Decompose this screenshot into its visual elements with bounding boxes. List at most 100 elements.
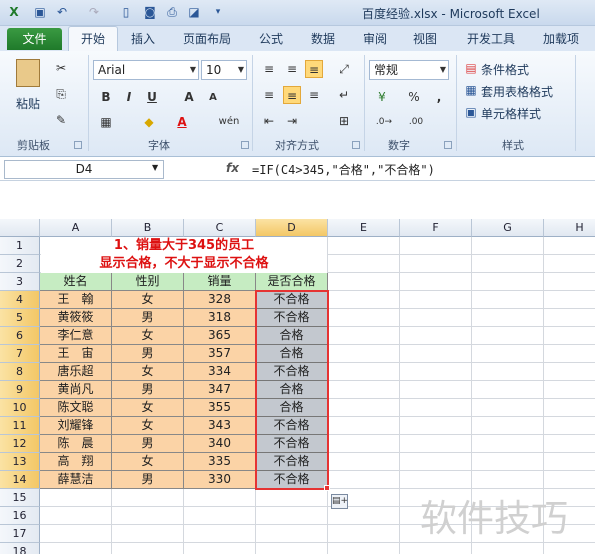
grid-cell[interactable]: [544, 327, 595, 345]
row-header[interactable]: 13: [0, 453, 40, 471]
font-grow-button[interactable]: A: [180, 88, 198, 106]
grid-cell[interactable]: [472, 435, 544, 453]
grid-cell[interactable]: [544, 543, 595, 554]
grid-cell[interactable]: [400, 291, 472, 309]
column-header[interactable]: B: [112, 219, 184, 237]
data-cell[interactable]: 男: [112, 435, 184, 453]
tab-home[interactable]: 开始: [68, 26, 118, 51]
grid-cell[interactable]: [40, 489, 112, 507]
row-header[interactable]: 4: [0, 291, 40, 309]
camera-icon[interactable]: ◙: [142, 4, 158, 20]
row-header[interactable]: 10: [0, 399, 40, 417]
data-cell[interactable]: 黄筱筱: [40, 309, 112, 327]
align-left-icon[interactable]: ≡: [260, 86, 278, 104]
grid-cell[interactable]: [472, 381, 544, 399]
data-cell[interactable]: 唐乐超: [40, 363, 112, 381]
decrease-indent-icon[interactable]: ⇤: [260, 112, 278, 130]
grid-cell[interactable]: [40, 507, 112, 525]
align-top-icon[interactable]: ≡: [260, 60, 278, 78]
data-cell[interactable]: 男: [112, 309, 184, 327]
data-cell[interactable]: 陈 晨: [40, 435, 112, 453]
fx-icon[interactable]: fx: [226, 161, 239, 175]
data-cell[interactable]: 陈文聪: [40, 399, 112, 417]
phonetic-button[interactable]: wén: [214, 113, 244, 131]
grid-cell[interactable]: [112, 543, 184, 554]
column-header[interactable]: F: [400, 219, 472, 237]
merge-center-icon[interactable]: ⊞: [335, 112, 353, 130]
column-header-selected[interactable]: D: [256, 219, 328, 237]
increase-indent-icon[interactable]: ⇥: [283, 112, 301, 130]
tab-view[interactable]: 视图: [413, 30, 437, 47]
grid-cell[interactable]: [328, 327, 400, 345]
grid-cell[interactable]: [400, 327, 472, 345]
grid-cell[interactable]: [256, 525, 328, 543]
data-cell[interactable]: 340: [184, 435, 256, 453]
grid-cell[interactable]: [112, 489, 184, 507]
data-cell[interactable]: 黄尚凡: [40, 381, 112, 399]
grid-cell[interactable]: [472, 327, 544, 345]
align-center-icon[interactable]: ≡: [283, 86, 301, 104]
data-cell[interactable]: 女: [112, 291, 184, 309]
grid-cell[interactable]: [328, 525, 400, 543]
data-cell[interactable]: 男: [112, 345, 184, 363]
grid-cell[interactable]: [400, 345, 472, 363]
grid-cell[interactable]: [472, 417, 544, 435]
data-cell[interactable]: 365: [184, 327, 256, 345]
number-format-combo[interactable]: 常规 ▼: [369, 60, 449, 80]
data-cell[interactable]: 女: [112, 417, 184, 435]
data-cell[interactable]: 男: [112, 471, 184, 489]
font-shrink-button[interactable]: A: [204, 89, 222, 107]
grid-cell[interactable]: [472, 291, 544, 309]
grid-cell[interactable]: [256, 507, 328, 525]
grid-cell[interactable]: [544, 273, 595, 291]
column-header[interactable]: C: [184, 219, 256, 237]
grid-cell[interactable]: [40, 543, 112, 554]
grid-cell[interactable]: [544, 309, 595, 327]
grid-cell[interactable]: [328, 363, 400, 381]
grid-cell[interactable]: [472, 255, 544, 273]
grid-cell[interactable]: [472, 453, 544, 471]
data-cell[interactable]: 330: [184, 471, 256, 489]
data-cell[interactable]: 高 翔: [40, 453, 112, 471]
conditional-formatting-button[interactable]: 条件格式: [481, 61, 529, 78]
wrap-text-icon[interactable]: ↵: [335, 86, 353, 104]
grid-cell[interactable]: [400, 399, 472, 417]
row-header[interactable]: 7: [0, 345, 40, 363]
grid-cell[interactable]: [328, 507, 400, 525]
data-cell[interactable]: 335: [184, 453, 256, 471]
grid-cell[interactable]: [256, 489, 328, 507]
grid-cell[interactable]: [544, 255, 595, 273]
row-header[interactable]: 12: [0, 435, 40, 453]
row-header[interactable]: 9: [0, 381, 40, 399]
data-cell[interactable]: 318: [184, 309, 256, 327]
grid-cell[interactable]: [328, 237, 400, 255]
print-icon[interactable]: ⎙: [164, 4, 180, 20]
table-header-cell[interactable]: 是否合格: [256, 273, 328, 291]
grid-cell[interactable]: [472, 345, 544, 363]
tab-formulas[interactable]: 公式: [259, 30, 283, 47]
redo-icon[interactable]: ↷: [86, 4, 102, 20]
italic-button[interactable]: I: [120, 88, 138, 106]
fill-color-icon[interactable]: ◆: [140, 113, 158, 131]
row-header[interactable]: 3: [0, 273, 40, 291]
grid-cell[interactable]: [184, 525, 256, 543]
decrease-decimal-icon[interactable]: .00: [405, 113, 427, 131]
font-size-combo[interactable]: 10 ▼: [201, 60, 247, 80]
grid-cell[interactable]: [544, 471, 595, 489]
grid-cell[interactable]: [400, 363, 472, 381]
percent-button[interactable]: %: [405, 88, 423, 106]
excel-logo-icon[interactable]: X: [6, 4, 22, 20]
grid-cell[interactable]: [328, 435, 400, 453]
grid-cell[interactable]: [472, 543, 544, 554]
grid-cell[interactable]: [184, 489, 256, 507]
grid-cell[interactable]: [40, 525, 112, 543]
row-header[interactable]: 16: [0, 507, 40, 525]
grid-cell[interactable]: [472, 399, 544, 417]
tab-developer[interactable]: 开发工具: [467, 30, 515, 47]
tab-review[interactable]: 审阅: [363, 30, 387, 47]
data-cell[interactable]: 357: [184, 345, 256, 363]
underline-button[interactable]: U: [143, 88, 161, 106]
table-header-cell[interactable]: 姓名: [40, 273, 112, 291]
grid-cell[interactable]: [328, 417, 400, 435]
save-icon[interactable]: ▣: [32, 4, 48, 20]
